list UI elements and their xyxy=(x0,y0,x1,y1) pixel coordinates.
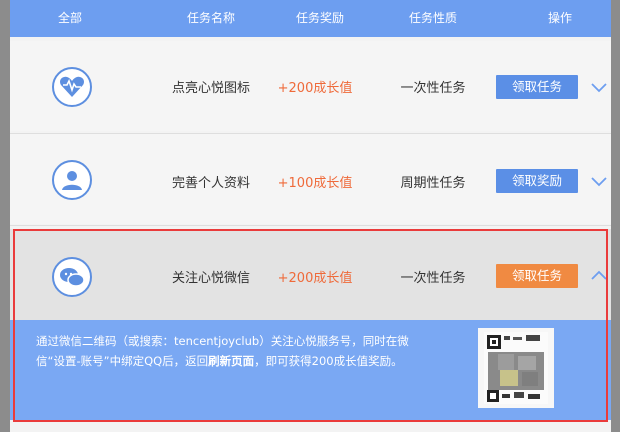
chevron-down-icon[interactable] xyxy=(590,78,608,96)
table-header: 全部 任务名称 任务奖励 任务性质 操作 xyxy=(10,0,611,37)
task-detail-text: 通过微信二维码（或搜索：tencentjoyclub）关注心悦服务号，同时在微 … xyxy=(36,331,476,371)
detail-line: 通过微信二维码（或搜索：tencentjoyclub）关注心悦服务号，同时在微 xyxy=(36,334,409,348)
user-profile-icon xyxy=(52,160,92,200)
chevron-up-icon[interactable] xyxy=(590,267,608,285)
header-action: 操作 xyxy=(547,11,572,25)
row-divider xyxy=(10,225,611,226)
heart-pulse-icon xyxy=(52,67,92,107)
claim-reward-button[interactable]: 领取奖励 xyxy=(496,169,578,193)
chevron-down-icon[interactable] xyxy=(590,172,608,190)
header-task-reward: 任务奖励 xyxy=(295,11,344,25)
wechat-icon xyxy=(52,257,92,297)
task-detail-panel: 通过微信二维码（或搜索：tencentjoyclub）关注心悦服务号，同时在微 … xyxy=(10,320,611,420)
task-reward: +200成长值 xyxy=(277,271,353,286)
task-row: 点亮心悦图标 +200成长值 一次性任务 领取任务 xyxy=(10,41,611,131)
task-reward: +200成长值 xyxy=(277,81,353,96)
header-task-type: 任务性质 xyxy=(408,11,457,25)
detail-line: ，即可获得200成长值奖励。 xyxy=(254,354,403,368)
task-type: 一次性任务 xyxy=(400,271,466,286)
refresh-page-link[interactable]: 刷新页面 xyxy=(208,354,254,368)
filter-all-tab[interactable]: 全部 xyxy=(42,0,98,37)
header-task-name: 任务名称 xyxy=(186,11,235,25)
claim-task-button[interactable]: 领取任务 xyxy=(496,75,578,99)
task-row-expanded: 关注心悦微信 +200成长值 一次性任务 领取任务 xyxy=(10,229,611,320)
task-panel: 全部 任务名称 任务奖励 任务性质 操作 点亮心悦图标 +200成长值 一次性任… xyxy=(10,0,611,432)
task-reward: +100成长值 xyxy=(277,176,353,191)
claim-task-button[interactable]: 领取任务 xyxy=(496,264,578,288)
task-type: 周期性任务 xyxy=(400,176,466,191)
task-type: 一次性任务 xyxy=(400,81,466,96)
detail-line: 信“设置-账号”中绑定QQ后，返回 xyxy=(36,354,209,368)
task-row: 完善个人资料 +100成长值 周期性任务 领取奖励 xyxy=(10,134,611,224)
qr-code-icon xyxy=(478,328,554,408)
